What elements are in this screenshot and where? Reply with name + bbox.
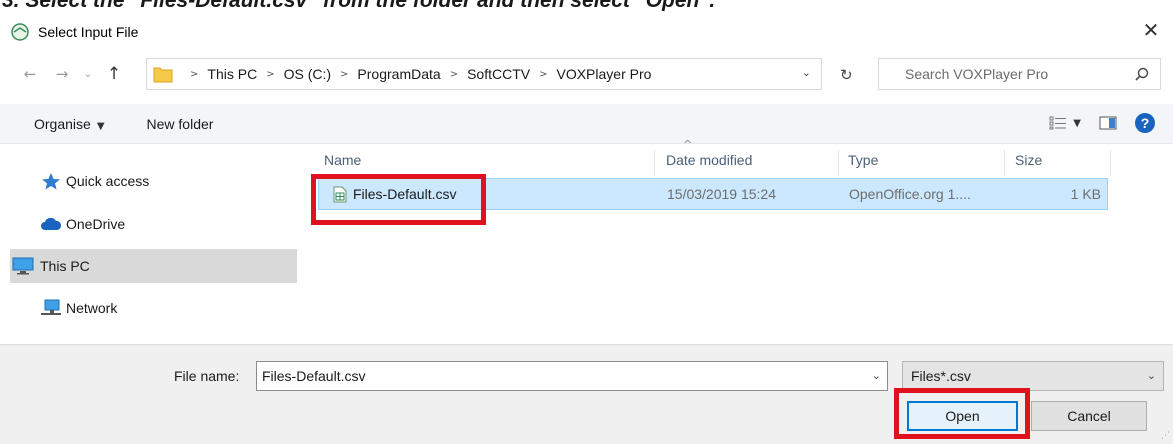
sidebar-item-quick-access[interactable]: Quick access (10, 164, 297, 198)
chevron-down-icon[interactable]: ⌄ (1147, 369, 1156, 382)
search-icon[interactable] (1134, 66, 1150, 82)
network-icon (41, 299, 61, 315)
star-icon (42, 173, 60, 190)
up-arrow-icon[interactable]: ↑ (102, 62, 126, 86)
sidebar-item-label: OneDrive (66, 216, 126, 232)
column-divider[interactable] (1004, 150, 1005, 176)
sidebar-item-onedrive[interactable]: OneDrive (10, 207, 297, 241)
navigation-pane: Quick access OneDrive This PC Network (10, 150, 297, 340)
cloud-icon (41, 217, 62, 230)
address-dropdown-icon[interactable]: ⌄ (802, 66, 811, 79)
sort-ascending-icon: ^ (683, 138, 693, 151)
navigation-bar: ← → ⌄ ↑ > This PC > OS (C:) > ProgramDat… (0, 52, 1173, 96)
breadcrumb-item[interactable]: ProgramData (357, 66, 440, 82)
breadcrumb-separator-icon: > (449, 68, 459, 80)
search-box[interactable]: Search VOXPlayer Pro (878, 58, 1161, 90)
address-bar[interactable]: > This PC > OS (C:) > ProgramData > Soft… (146, 58, 822, 90)
sidebar-item-this-pc[interactable]: This PC (10, 249, 297, 283)
search-input[interactable]: Search VOXPlayer Pro (905, 66, 1048, 82)
refresh-icon[interactable]: ↻ (840, 66, 853, 84)
breadcrumb-separator-icon: > (266, 68, 275, 80)
instruction-caption: 3. Select the "Files-Default.csv" from t… (0, 0, 1173, 11)
window-title: Select Input File (38, 24, 139, 40)
breadcrumb: > This PC > OS (C:) > ProgramData > Soft… (181, 66, 651, 82)
command-toolbar: Organise ▼ New folder ▼ ? (0, 104, 1173, 144)
column-divider[interactable] (838, 150, 839, 176)
app-icon (11, 23, 29, 41)
file-type-filter-value: Files*.csv (911, 368, 971, 384)
monitor-icon (12, 257, 34, 275)
sidebar-item-network[interactable]: Network (10, 291, 297, 325)
file-name-field[interactable]: Files-Default.csv ⌄ (256, 361, 888, 391)
breadcrumb-separator-icon: > (539, 68, 548, 80)
column-header-date-modified[interactable]: Date modified (666, 152, 752, 168)
back-arrow-icon[interactable]: ← (18, 62, 42, 86)
sidebar-item-label: Network (66, 300, 118, 316)
column-header-type[interactable]: Type (848, 152, 878, 168)
breadcrumb-separator-icon: > (340, 68, 349, 80)
view-list-icon (1049, 116, 1067, 130)
preview-pane-icon[interactable] (1099, 116, 1117, 130)
annotation-highlight-open (894, 388, 1030, 439)
sidebar-item-label: Quick access (66, 173, 150, 189)
breadcrumb-separator-icon: > (190, 68, 199, 80)
sidebar-item-label: This PC (40, 258, 90, 274)
new-folder-button[interactable]: New folder (147, 116, 214, 132)
organise-label: Organise (34, 115, 91, 132)
view-options-button[interactable]: ▼ (1049, 116, 1081, 130)
type-cell: OpenOffice.org 1.... (849, 186, 971, 202)
column-header-size[interactable]: Size (1015, 152, 1042, 168)
caret-down-icon: ▼ (1073, 117, 1081, 129)
breadcrumb-item[interactable]: VOXPlayer Pro (556, 66, 651, 82)
recent-locations-chevron-icon[interactable]: ⌄ (76, 62, 100, 86)
toolbar-right-group: ▼ ? (1049, 113, 1155, 133)
breadcrumb-item[interactable]: OS (C:) (284, 66, 331, 82)
forward-arrow-icon[interactable]: → (50, 62, 74, 86)
organise-button[interactable]: Organise ▼ (34, 116, 105, 132)
chevron-down-icon[interactable]: ⌄ (872, 369, 881, 382)
folder-icon (153, 67, 173, 82)
annotation-highlight-file (311, 174, 486, 225)
size-cell: 1 KB (1070, 186, 1101, 202)
caret-down-icon: ▼ (96, 120, 105, 132)
breadcrumb-item[interactable]: This PC (207, 66, 257, 82)
file-name-label: File name: (174, 368, 240, 384)
column-divider[interactable] (654, 150, 655, 176)
title-bar: Select Input File ✕ (0, 12, 1173, 52)
help-icon[interactable]: ? (1135, 113, 1155, 133)
close-icon[interactable]: ✕ (1139, 18, 1163, 42)
column-header-name[interactable]: Name (324, 152, 361, 168)
cancel-button[interactable]: Cancel (1031, 401, 1147, 431)
file-name-value[interactable]: Files-Default.csv (262, 368, 365, 384)
column-divider[interactable] (1110, 150, 1111, 176)
resize-grip-icon[interactable]: ⋰ (1161, 430, 1170, 441)
file-type-filter-select[interactable]: Files*.csv ⌄ (902, 361, 1164, 391)
date-modified-cell: 15/03/2019 15:24 (667, 186, 776, 202)
breadcrumb-item[interactable]: SoftCCTV (467, 66, 530, 82)
